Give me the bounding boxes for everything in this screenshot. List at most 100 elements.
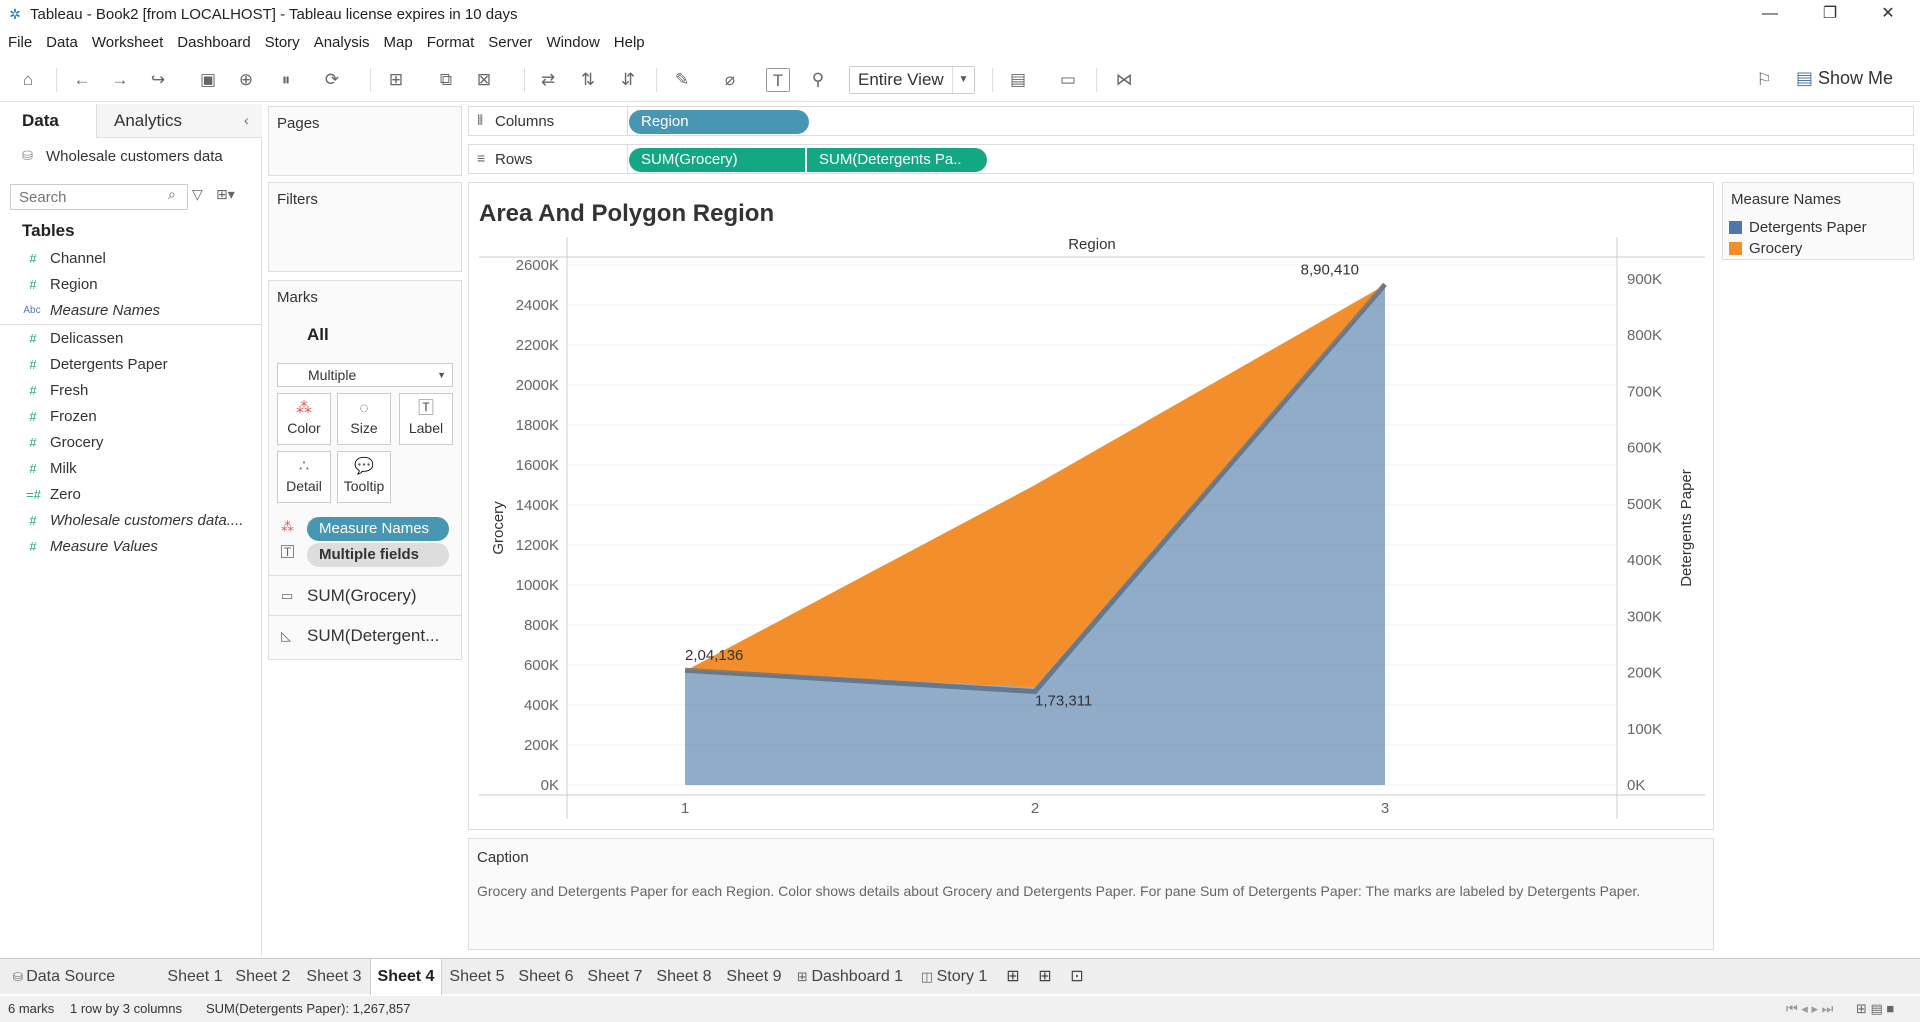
tab-analytics[interactable]: Analytics [96, 104, 262, 138]
menu-data[interactable]: Data [46, 34, 78, 51]
mark-type-dropdown[interactable]: Multiple ▼ [277, 363, 453, 387]
new-worksheet-icon[interactable]: ⊞ [384, 68, 408, 92]
tab-sheet-7[interactable]: Sheet 7 [584, 959, 646, 995]
multiple-fields-pill[interactable]: Multiple fields [307, 543, 449, 567]
new-dashboard-tab-icon[interactable]: ⊞ [1032, 959, 1058, 995]
tab-sheet-2[interactable]: Sheet 2 [232, 959, 294, 995]
fix-axes-icon[interactable]: ⚲ [806, 68, 830, 92]
tab-sheet-6[interactable]: Sheet 6 [514, 959, 578, 995]
tab-data-source[interactable]: ⛁ Data Source [4, 959, 124, 995]
tab-dashboard-1[interactable]: ⊞ Dashboard 1 [794, 959, 906, 995]
field-item[interactable]: # Frozen [0, 404, 261, 430]
show-me-button[interactable]: ▤ Show Me [1796, 68, 1893, 89]
filters-card[interactable]: Filters [268, 182, 462, 272]
sort-ascending-icon[interactable]: ⇅ [576, 68, 600, 92]
restore-icon[interactable]: ❐ [1800, 0, 1860, 28]
menu-file[interactable]: File [8, 34, 32, 51]
sum-detergents-row-pill[interactable]: SUM(Detergents Pa.. [807, 148, 987, 172]
undo-icon[interactable]: ← [70, 68, 94, 92]
fit-dropdown[interactable]: Entire View ▼ [849, 66, 975, 94]
menu-help[interactable]: Help [614, 34, 645, 51]
tab-sheet-5[interactable]: Sheet 5 [444, 959, 510, 995]
format-painter-icon[interactable]: ⚐ [1752, 68, 1776, 92]
field-item[interactable]: # Grocery [0, 430, 261, 456]
menu-format[interactable]: Format [427, 34, 475, 51]
view-options-icon[interactable]: ⊞▾ [216, 186, 235, 203]
new-story-tab-icon[interactable]: ⊡ [1064, 959, 1090, 995]
tab-story-1[interactable]: ◫ Story 1 [914, 959, 994, 995]
field-item[interactable]: # Milk [0, 456, 261, 482]
datasource-name[interactable]: Wholesale customers data [46, 148, 223, 165]
chart-svg[interactable]: Area And Polygon Region Region 0K 200K 400K 6… [469, 183, 1713, 829]
show-cards-icon[interactable]: ▤ [1006, 68, 1030, 92]
caption-label: Caption [477, 849, 529, 866]
show-mark-labels-icon[interactable]: T [766, 68, 790, 92]
tab-sheet-8[interactable]: Sheet 8 [652, 959, 716, 995]
rows-shelf[interactable]: ≡ Rows SUM(Grocery) SUM(Detergents Pa.. [468, 144, 1914, 174]
new-datasource-icon[interactable]: ⊕ [234, 68, 258, 92]
field-item[interactable]: # Delicassen [0, 326, 261, 352]
detail-button[interactable]: ∴ Detail [277, 451, 331, 503]
save-icon[interactable]: ▣ [196, 68, 220, 92]
menu-dashboard[interactable]: Dashboard [177, 34, 250, 51]
collapse-pane-icon[interactable]: ‹ [244, 112, 249, 128]
menu-worksheet[interactable]: Worksheet [92, 34, 163, 51]
menu-server[interactable]: Server [488, 34, 532, 51]
redo-icon[interactable]: → [108, 68, 132, 92]
field-item[interactable]: =# Zero [0, 482, 261, 508]
close-icon[interactable]: ✕ [1858, 0, 1918, 28]
sheet-nav-icons[interactable]: ⏮ ◂ ▸ ⏭ [1786, 996, 1833, 1022]
menu-window[interactable]: Window [546, 34, 599, 51]
legend-item[interactable]: Detergents Paper [1727, 219, 1907, 237]
right-axis-tick-label: 800K [1627, 327, 1662, 344]
label-button[interactable]: 🅃 Label [399, 393, 453, 445]
field-search-input[interactable] [10, 184, 188, 210]
menu-map[interactable]: Map [384, 34, 413, 51]
field-item[interactable]: # Wholesale customers data.... [0, 508, 261, 534]
filter-icon[interactable]: ▽ [192, 186, 203, 203]
field-item[interactable]: Abc Measure Names [0, 298, 261, 324]
tab-sheet-1[interactable]: Sheet 1 [164, 959, 226, 995]
measure-type-icon: # [29, 277, 37, 292]
tab-data[interactable]: Data [0, 104, 96, 138]
sum-grocery-row-pill[interactable]: SUM(Grocery) [629, 148, 805, 172]
pause-updates-icon[interactable]: ⏸ [274, 68, 298, 92]
field-item[interactable]: # Measure Values [0, 534, 261, 560]
new-worksheet-tab-icon[interactable]: ⊞ [1000, 959, 1026, 995]
highlight-icon[interactable]: ✎ [670, 68, 694, 92]
home-icon[interactable]: ⌂ [16, 68, 40, 92]
measure-names-pill[interactable]: Measure Names [307, 517, 449, 541]
minimize-icon[interactable]: — [1740, 0, 1800, 28]
tooltip-button[interactable]: 💬 Tooltip [337, 451, 391, 503]
sum-grocery-marks[interactable]: ▭ SUM(Grocery) [269, 575, 461, 615]
tab-sheet-9[interactable]: Sheet 9 [722, 959, 786, 995]
columns-shelf[interactable]: ⦀ Columns Region [468, 106, 1914, 136]
sort-descending-icon[interactable]: ⇵ [616, 68, 640, 92]
replay-icon[interactable]: ↪ [146, 68, 170, 92]
refresh-icon[interactable]: ⟳ [320, 68, 344, 92]
field-item[interactable]: # Region [0, 272, 261, 298]
marks-all-label[interactable]: All [307, 325, 329, 345]
duplicate-sheet-icon[interactable]: ⧉ [434, 68, 458, 92]
pages-card[interactable]: Pages [268, 106, 462, 176]
sorter-view-icons[interactable]: ⊞ ▤ ■ [1856, 996, 1894, 1022]
color-button[interactable]: ⁂ Color [277, 393, 331, 445]
tab-sheet-3[interactable]: Sheet 3 [302, 959, 366, 995]
clear-sheet-icon[interactable]: ⊠ [472, 68, 496, 92]
group-members-icon[interactable]: ⌀ [718, 68, 742, 92]
menu-analysis[interactable]: Analysis [314, 34, 370, 51]
legend-item[interactable]: Grocery [1727, 240, 1907, 258]
tab-sheet-4[interactable]: Sheet 4 [370, 959, 442, 995]
field-item[interactable]: # Detergents Paper [0, 352, 261, 378]
field-item[interactable]: # Channel [0, 246, 261, 272]
region-column-pill[interactable]: Region [629, 110, 809, 134]
size-button[interactable]: ◌ Size [337, 393, 391, 445]
swap-rows-columns-icon[interactable]: ⇄ [536, 68, 560, 92]
field-item[interactable]: # Fresh [0, 378, 261, 404]
share-icon[interactable]: ⋈ [1112, 68, 1136, 92]
presentation-mode-icon[interactable]: ▭ [1056, 68, 1080, 92]
sum-detergents-marks[interactable]: ◺ SUM(Detergent... [269, 615, 461, 655]
size-icon: ◌ [359, 400, 369, 417]
tooltip-label: Tooltip [343, 478, 385, 494]
menu-story[interactable]: Story [265, 34, 300, 51]
